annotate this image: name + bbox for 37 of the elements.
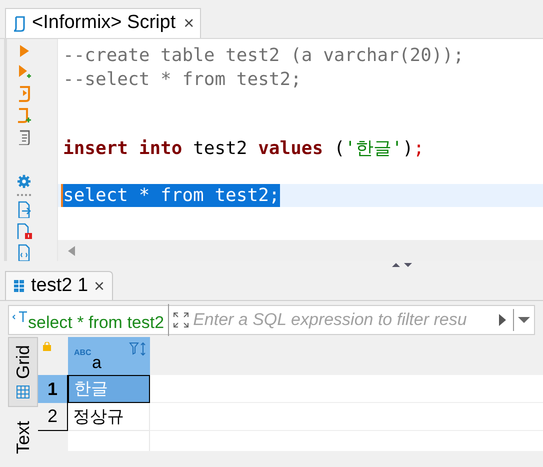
code-line: --create table test2 (a varchar(20));	[62, 45, 464, 66]
code-line: --select * from test2;	[62, 68, 302, 90]
script-plus-icon[interactable]	[16, 106, 32, 124]
close-button[interactable]: ×	[94, 272, 105, 300]
script-tab[interactable]: <Informix> Script ×	[5, 8, 202, 38]
script-play-icon[interactable]	[16, 84, 30, 102]
play-plus-icon[interactable]	[16, 63, 30, 80]
table-icon	[13, 279, 25, 294]
maximize-restore-icon[interactable]	[390, 261, 412, 270]
play-icon[interactable]	[18, 43, 30, 58]
script-icon	[12, 16, 26, 32]
row-number[interactable]: 1	[38, 375, 68, 403]
column-name: a	[92, 352, 102, 374]
row-number[interactable]: 2	[38, 403, 68, 431]
table-row[interactable]: 1 한글	[38, 375, 543, 403]
run-filter-icon[interactable]	[497, 312, 507, 328]
tab-title: <Informix> Script	[32, 11, 176, 36]
filter-sort-icon[interactable]	[129, 342, 147, 356]
document-error-icon[interactable]	[16, 222, 32, 240]
view-tab[interactable]: Grid	[8, 337, 38, 407]
table-row[interactable]: 2 정상규	[38, 403, 543, 431]
tab-title: test2 1	[31, 274, 88, 298]
export-document-icon[interactable]	[16, 200, 30, 218]
document-list-icon[interactable]	[16, 128, 30, 146]
results-tab[interactable]: test2 1 ×	[5, 271, 113, 300]
variables-document-icon[interactable]	[16, 244, 30, 262]
settings-icon[interactable]	[16, 174, 32, 189]
lock-icon	[43, 342, 51, 351]
view-tab[interactable]: Text	[8, 407, 38, 467]
grid-icon	[16, 385, 30, 399]
query-text: select * from test2	[28, 304, 170, 336]
dropdown-icon[interactable]	[517, 316, 531, 324]
close-button[interactable]: ×	[184, 10, 194, 38]
type-label: ABC	[74, 347, 92, 359]
code-line: insert into test2 values ('한글');	[62, 138, 424, 160]
expand-icon[interactable]	[173, 312, 190, 328]
scroll-left-icon[interactable]	[66, 244, 76, 257]
